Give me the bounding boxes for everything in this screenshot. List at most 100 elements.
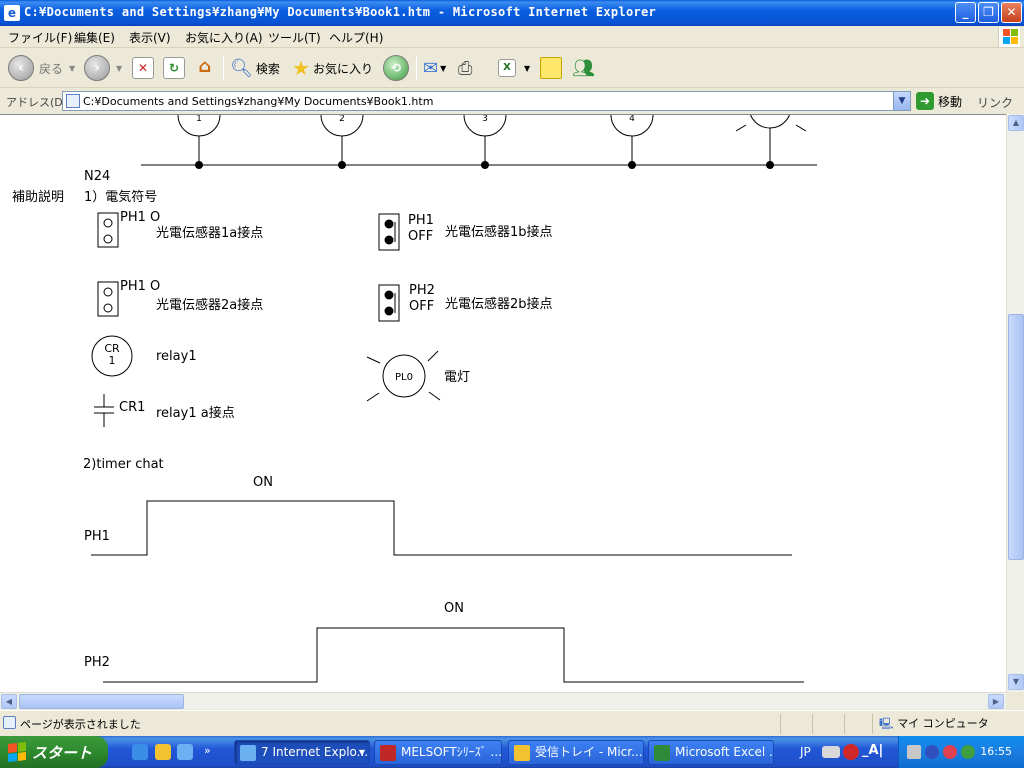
menu-help[interactable]: ヘルプ(H) xyxy=(329,29,383,46)
start-button[interactable]: スタート xyxy=(0,736,108,768)
task-label: MELSOFTｼﾘｰｽﾞ ... xyxy=(401,745,502,759)
home-icon: ⌂ xyxy=(198,56,212,77)
discuss-button[interactable] xyxy=(540,53,562,83)
history-icon: ⟲ xyxy=(383,55,409,81)
chevron-down-icon[interactable]: ▼ xyxy=(116,64,122,73)
ph1-b-desc: 光電伝感器1b接点 xyxy=(445,225,553,240)
go-label: 移動 xyxy=(938,94,963,109)
stop-button[interactable]: ✕ xyxy=(132,53,154,83)
keyboard-icon[interactable] xyxy=(822,746,840,758)
ie-quicklaunch-icon-2[interactable] xyxy=(177,744,193,760)
forward-button[interactable]: › ▼ xyxy=(84,53,122,83)
menu-view[interactable]: 表示(V) xyxy=(129,29,171,46)
network-icon[interactable] xyxy=(907,745,921,759)
ime-icon[interactable] xyxy=(843,744,859,760)
start-label: スタート xyxy=(32,743,93,762)
ph1-b-contact-symbol xyxy=(378,213,400,251)
quicklaunch-more-icon[interactable]: » xyxy=(204,744,211,757)
address-field[interactable]: ▼ xyxy=(62,91,911,111)
document-icon xyxy=(66,94,80,108)
print-button[interactable]: ⎙ xyxy=(458,53,472,83)
search-label: 検索 xyxy=(255,61,280,76)
minimize-button[interactable]: _ xyxy=(955,2,976,23)
menu-edit[interactable]: 編集(E) xyxy=(74,29,115,46)
task-label: 受信トレイ - Micr... xyxy=(535,745,643,759)
taskbar: スタート » 7 Internet Explo... ▼ MELSOFTｼﾘｰｽ… xyxy=(0,736,1024,768)
ph1-on-label: ON xyxy=(253,475,273,490)
scroll-up-icon[interactable]: ▲ xyxy=(1008,115,1024,131)
vertical-scrollbar[interactable]: ▲ ▼ xyxy=(1006,114,1024,692)
toolbar-separator xyxy=(223,56,224,80)
page-content: 1 2 3 4 CR 1 PL0 N24 補助説明 1）電気符号 PH1 O 光… xyxy=(0,114,1006,692)
scroll-left-icon[interactable]: ◀ xyxy=(1,694,17,709)
task-melsoft[interactable]: MELSOFTｼﾘｰｽﾞ ... xyxy=(374,740,502,765)
horizontal-scroll-thumb[interactable] xyxy=(19,694,184,709)
ph1-timing-label: PH1 xyxy=(84,529,110,544)
ph2-timing-label: PH2 xyxy=(84,655,110,670)
horizontal-scrollbar[interactable]: ◀ ▶ xyxy=(0,692,1006,709)
tray-app-icon-3[interactable] xyxy=(961,745,975,759)
toolbar: ‹ 戻る ▼ › ▼ ✕ ↻ ⌂ 🔍︎ 検索 ★ お気に入り ⟲ ✉ ▼ ⎙ X… xyxy=(0,48,1024,88)
back-label: 戻る xyxy=(39,61,64,76)
chevron-down-icon[interactable]: ▼ xyxy=(69,64,75,73)
scroll-down-icon[interactable]: ▼ xyxy=(1008,674,1024,690)
task-internet-explorer[interactable]: 7 Internet Explo... ▼ xyxy=(234,740,370,765)
menu-tools[interactable]: ツール(T) xyxy=(268,29,321,46)
ph2-b-contact-symbol xyxy=(378,284,400,322)
close-button[interactable]: ✕ xyxy=(1001,2,1022,23)
ph1-b-symbol-label-2: OFF xyxy=(408,229,434,244)
melsoft-icon xyxy=(380,745,396,761)
messenger-button[interactable]: 👥︎ xyxy=(572,53,595,83)
ph1-timing-waveform xyxy=(91,500,792,556)
ie-window: e C:¥Documents and Settings¥zhang¥My Doc… xyxy=(0,0,1024,736)
clock: 16:55 xyxy=(980,745,1012,758)
chevron-down-icon[interactable]: ▼ xyxy=(440,64,446,73)
menu-file[interactable]: ファイル(F) xyxy=(8,29,72,46)
address-dropdown-icon[interactable]: ▼ xyxy=(893,92,910,110)
links-label: リンク xyxy=(977,96,1014,110)
search-button[interactable]: 🔍︎ 検索 xyxy=(230,53,280,83)
top-coil-label-3: 3 xyxy=(482,115,488,124)
scroll-corner xyxy=(1006,692,1024,709)
maximize-button[interactable]: ❐ xyxy=(978,2,999,23)
tray-app-icon-2[interactable] xyxy=(943,745,957,759)
scroll-right-icon[interactable]: ▶ xyxy=(988,694,1004,709)
menu-bar: ファイル(F) 編集(E) 表示(V) お気に入り(A) ツール(T) ヘルプ(… xyxy=(0,26,1024,48)
home-button[interactable]: ⌂ xyxy=(194,53,216,83)
lamp-symbol-label: PL0 xyxy=(395,372,413,383)
history-button[interactable]: ⟲ xyxy=(383,53,409,83)
task-excel[interactable]: Microsoft Excel ... xyxy=(648,740,774,765)
lamp-desc: 電灯 xyxy=(444,370,471,385)
section1-title: 1）電気符号 xyxy=(84,190,158,205)
tray-app-icon[interactable] xyxy=(925,745,939,759)
favorites-button[interactable]: ★ お気に入り xyxy=(292,53,373,83)
back-arrow-icon: ‹ xyxy=(8,55,34,81)
refresh-button[interactable]: ↻ xyxy=(163,53,185,83)
title-bar: e C:¥Documents and Settings¥zhang¥My Doc… xyxy=(0,0,1024,26)
chevron-down-icon[interactable]: ▼ xyxy=(524,64,530,73)
language-indicator[interactable]: JP xyxy=(800,745,811,759)
relay-desc: relay1 xyxy=(156,349,197,364)
window-title: C:¥Documents and Settings¥zhang¥My Docum… xyxy=(24,5,657,19)
top-coil-label-4: 4 xyxy=(629,115,635,124)
task-outlook[interactable]: 受信トレイ - Micr... xyxy=(508,740,644,765)
security-zone: 🖳 マイ コンピュータ xyxy=(872,714,1024,734)
back-button[interactable]: ‹ 戻る ▼ xyxy=(8,53,75,83)
status-cell xyxy=(812,714,842,734)
ph2-timing-waveform xyxy=(103,627,804,683)
vertical-scroll-thumb[interactable] xyxy=(1008,314,1024,560)
bus-label: N24 xyxy=(84,169,111,184)
go-button[interactable]: ➜ 移動 xyxy=(916,92,962,110)
section-label: 補助説明 xyxy=(12,190,65,205)
ime-mode-icon[interactable]: _A| xyxy=(862,743,883,758)
edit-button[interactable]: X ▼ xyxy=(498,53,530,83)
printer-icon: ⎙ xyxy=(458,57,473,79)
mail-button[interactable]: ✉ ▼ xyxy=(423,53,446,83)
ph2-a-contact-symbol xyxy=(97,281,119,317)
ie-quicklaunch-icon[interactable] xyxy=(132,744,148,760)
go-arrow-icon: ➜ xyxy=(916,92,934,110)
address-input[interactable] xyxy=(83,93,883,109)
outlook-quicklaunch-icon[interactable] xyxy=(155,744,171,760)
menu-favorites[interactable]: お気に入り(A) xyxy=(185,29,263,46)
status-cell xyxy=(844,714,872,734)
